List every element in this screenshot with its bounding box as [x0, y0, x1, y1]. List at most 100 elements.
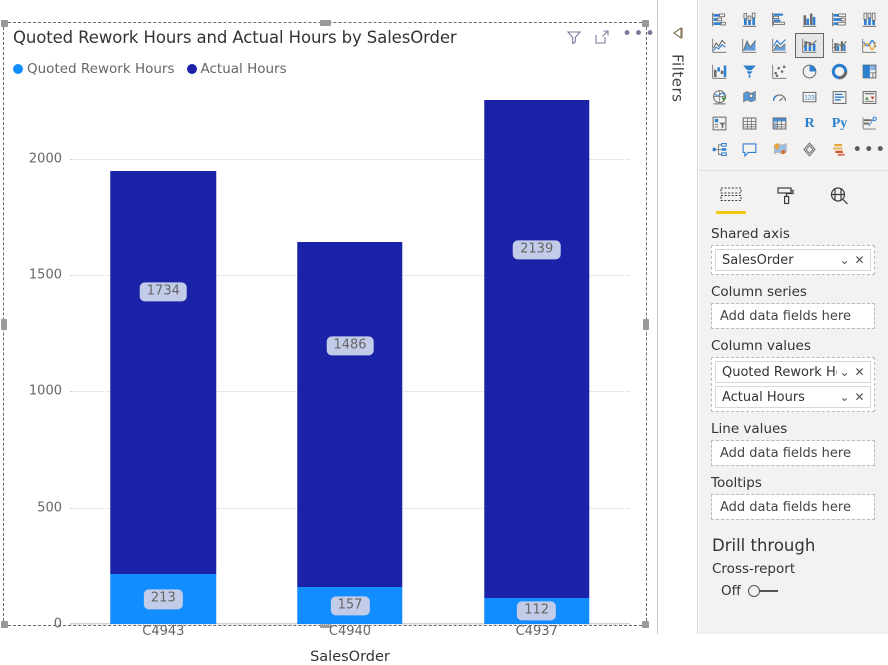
- stacked-column-chart-icon[interactable]: [735, 7, 764, 32]
- data-label: 157: [330, 596, 370, 616]
- y-axis-tick-label: 2000: [28, 151, 62, 167]
- key-influencers-visual-icon[interactable]: [855, 111, 884, 136]
- stacked-bar[interactable]: 1734 213: [110, 171, 217, 624]
- remove-field-icon[interactable]: ✕: [852, 365, 867, 379]
- report-canvas[interactable]: Quoted Rework Hours and Actual Hours by …: [0, 0, 655, 665]
- filters-pane-collapsed[interactable]: Filters: [658, 0, 698, 634]
- bar-column[interactable]: 2139 112: [443, 89, 630, 624]
- data-label: 1486: [326, 335, 374, 356]
- map-visual-icon[interactable]: [705, 85, 734, 110]
- arcgis-map-visual-icon[interactable]: [765, 137, 794, 162]
- field-chip[interactable]: Quoted Rework Hours⌄✕: [715, 361, 871, 383]
- data-label: 213: [143, 589, 183, 609]
- remove-field-icon[interactable]: ✕: [852, 390, 867, 404]
- data-label: 2139: [513, 240, 561, 260]
- field-chip[interactable]: Actual Hours ⌄ ✕: [715, 386, 871, 408]
- slicer-visual-icon[interactable]: [705, 111, 734, 136]
- field-well-tooltips[interactable]: Add data fields here: [711, 494, 875, 520]
- scatter-chart-icon[interactable]: [765, 59, 794, 84]
- field-well-shared-axis[interactable]: SalesOrder ⌄ ✕: [711, 245, 875, 275]
- field-chip-label: Actual Hours: [722, 389, 805, 405]
- chart-plot-area: Quoted Rework Hours and Actual Hours 050…: [4, 89, 646, 665]
- treemap-chart-icon[interactable]: [855, 59, 884, 84]
- bar-column[interactable]: 1486 157: [257, 89, 444, 624]
- legend-swatch-icon: [186, 64, 197, 74]
- bar-segment[interactable]: 1734: [110, 171, 217, 575]
- stacked-area-chart-icon[interactable]: [765, 33, 794, 58]
- line-chart-icon[interactable]: [705, 33, 734, 58]
- field-well-placeholder[interactable]: Add data fields here: [712, 441, 874, 465]
- qna-visual-icon[interactable]: [735, 137, 764, 162]
- more-options-icon[interactable]: •••: [622, 26, 655, 45]
- data-label: 112: [517, 601, 557, 621]
- format-tab[interactable]: [769, 181, 801, 211]
- smart-narrative-visual-icon[interactable]: [825, 137, 854, 162]
- remove-field-icon[interactable]: ✕: [852, 253, 867, 267]
- drill-through-title: Drill through: [712, 536, 816, 555]
- r-script-visual-icon[interactable]: R: [795, 111, 824, 136]
- visual-header: Quoted Rework Hours and Actual Hours by …: [4, 23, 655, 57]
- more-visuals-icon[interactable]: •••: [852, 137, 885, 162]
- kpi-visual-icon[interactable]: [855, 85, 884, 110]
- cross-report-toggle[interactable]: [747, 585, 778, 597]
- bar-segment[interactable]: 1486: [297, 241, 403, 588]
- filter-expand-icon[interactable]: [670, 26, 688, 40]
- field-well-placeholder[interactable]: Add data fields here: [712, 495, 874, 519]
- donut-chart-icon[interactable]: [825, 59, 854, 84]
- field-well-column-series[interactable]: Add data fields here: [711, 303, 875, 329]
- gauge-visual-icon[interactable]: [765, 85, 794, 110]
- card-visual-icon[interactable]: 123: [795, 85, 824, 110]
- analytics-tab[interactable]: [823, 181, 855, 211]
- multi-row-card-visual-icon[interactable]: [825, 85, 854, 110]
- visualizations-pane: 123 R Py ••• Shared axis SalesOrder ⌄ ✕ …: [699, 0, 888, 634]
- chart-title: Quoted Rework Hours and Actual Hours by …: [13, 28, 457, 47]
- field-well-line-values[interactable]: Add data fields here: [711, 440, 875, 466]
- fields-tab[interactable]: [715, 181, 747, 214]
- bar-segment[interactable]: 213: [110, 574, 217, 624]
- filter-icon[interactable]: [566, 29, 582, 45]
- field-chip[interactable]: SalesOrder ⌄ ✕: [715, 249, 871, 271]
- pie-chart-icon[interactable]: [795, 59, 824, 84]
- hundred-percent-stacked-bar-chart-icon[interactable]: [825, 7, 854, 32]
- fields-well-list: Shared axis SalesOrder ⌄ ✕ Column series Add …: [699, 211, 888, 520]
- clustered-bar-chart-icon[interactable]: [765, 7, 794, 32]
- ribbon-chart-icon[interactable]: [855, 33, 884, 58]
- bar-segment[interactable]: 157: [297, 587, 403, 624]
- chevron-down-icon[interactable]: ⌄: [837, 253, 852, 267]
- filled-map-visual-icon[interactable]: [735, 85, 764, 110]
- area-chart-icon[interactable]: [735, 33, 764, 58]
- clustered-column-chart-icon[interactable]: [795, 7, 824, 32]
- bar-segment[interactable]: 2139: [483, 100, 590, 598]
- field-well-label: Column values: [711, 338, 811, 354]
- field-well-placeholder[interactable]: Add data fields here: [712, 304, 874, 328]
- stacked-bar[interactable]: 1486 157: [297, 241, 403, 624]
- field-well-column-values[interactable]: Quoted Rework Hours⌄✕ Actual Hours ⌄✕: [711, 357, 875, 412]
- chevron-down-icon[interactable]: ⌄: [837, 390, 852, 404]
- stacked-bar[interactable]: 2139 112: [483, 100, 590, 624]
- waterfall-chart-icon[interactable]: [705, 59, 734, 84]
- python-visual-icon[interactable]: Py: [825, 111, 854, 136]
- line-and-clustered-column-chart-icon[interactable]: [825, 33, 854, 58]
- funnel-chart-icon[interactable]: [735, 59, 764, 84]
- x-axis-category-label: C4940: [328, 624, 372, 639]
- power-apps-visual-icon[interactable]: [795, 137, 824, 162]
- legend-item-actual-hours[interactable]: Actual Hours: [186, 61, 287, 77]
- table-visual-icon[interactable]: [735, 111, 764, 136]
- legend-item-quoted-rework-hours[interactable]: Quoted Rework Hours: [13, 61, 175, 77]
- bar-segment[interactable]: 112: [483, 597, 590, 624]
- visualization-type-grid: 123 R Py •••: [705, 7, 885, 162]
- stacked-bar-chart-icon[interactable]: [705, 7, 734, 32]
- visual-header-icons: •••: [566, 26, 655, 45]
- chevron-down-icon[interactable]: ⌄: [837, 365, 852, 379]
- hundred-percent-stacked-column-chart-icon[interactable]: [855, 7, 884, 32]
- decomposition-tree-visual-icon[interactable]: [705, 137, 734, 162]
- data-label: 1734: [139, 282, 187, 302]
- focus-mode-icon[interactable]: [594, 29, 610, 45]
- chart-visual-container[interactable]: Quoted Rework Hours and Actual Hours by …: [1, 20, 655, 665]
- bar-column[interactable]: 1734 213: [70, 89, 257, 624]
- field-well-label: Shared axis: [711, 226, 790, 242]
- cross-report-toggle-row[interactable]: Off: [711, 583, 875, 599]
- line-and-stacked-column-chart-icon[interactable]: [795, 33, 824, 58]
- field-chip-label: Quoted Rework Hours: [722, 364, 837, 380]
- matrix-visual-icon[interactable]: [765, 111, 794, 136]
